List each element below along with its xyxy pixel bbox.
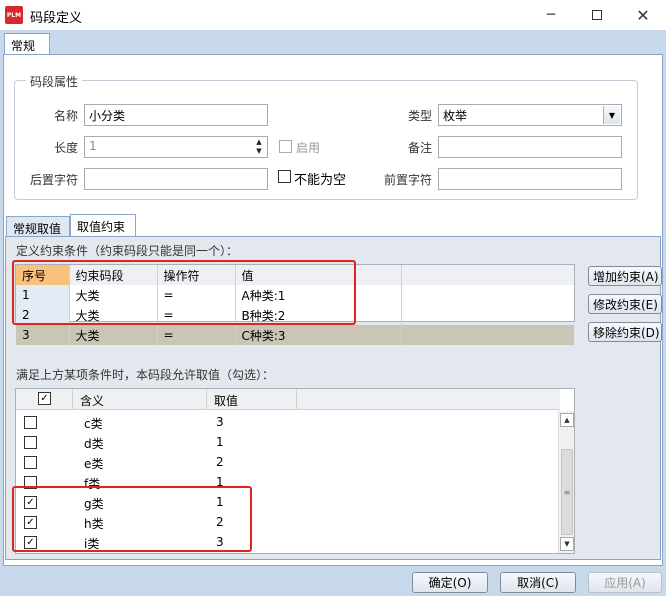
row-no: 3 <box>16 325 70 345</box>
row-operator: = <box>157 325 236 345</box>
row-segment: 大类 <box>69 325 158 345</box>
table-row-selected[interactable]: 3 大类 = C种类:3 <box>16 325 574 345</box>
tab-general-label: 常规 <box>11 39 36 53</box>
maximize-icon <box>592 10 602 20</box>
col-header-filler <box>401 265 574 285</box>
highlight-box <box>12 260 356 325</box>
scroll-down-icon[interactable]: ▼ <box>560 537 574 551</box>
ok-button[interactable]: 确定(O) <box>412 572 488 593</box>
window-title: 码段定义 <box>30 11 83 26</box>
row-value: 1 <box>216 435 224 449</box>
highlight-box <box>12 486 252 552</box>
spin-arrows-icon[interactable]: ▲ ▼ <box>252 138 266 156</box>
col-header-value[interactable]: 取值 <box>214 392 238 409</box>
suffix-input[interactable] <box>84 168 268 190</box>
list-item[interactable]: c类 3 <box>16 413 556 433</box>
row-value: 3 <box>216 415 224 429</box>
name-input[interactable]: 小分类 <box>84 104 268 126</box>
cancel-button[interactable]: 取消(C) <box>500 572 576 593</box>
length-stepper[interactable]: 1 ▲ ▼ <box>84 136 268 158</box>
chevron-down-icon[interactable]: ▼ <box>603 106 620 124</box>
apply-button[interactable]: 应用(A) <box>588 572 662 593</box>
scroll-up-icon[interactable]: ▲ <box>560 413 574 427</box>
allowed-scrollbar[interactable]: ▲ ≡ ▼ <box>558 411 574 553</box>
not-null-label: 不能为空 <box>294 173 347 188</box>
attributes-legend: 码段属性 <box>26 73 83 90</box>
title-bar: PLM 码段定义 ─ ✕ <box>0 0 666 30</box>
scroll-thumb[interactable]: ≡ <box>561 449 573 535</box>
remove-constraint-button[interactable]: 移除约束(D) <box>588 322 662 342</box>
tab-regular-values[interactable]: 常规取值 <box>6 216 70 236</box>
name-label: 名称 <box>53 109 78 123</box>
row-value: 2 <box>216 455 224 469</box>
close-icon: ✕ <box>636 5 650 25</box>
suffix-label: 后置字符 <box>29 173 78 187</box>
tab-value-constraints-label: 取值约束 <box>77 220 126 234</box>
remark-input[interactable] <box>438 136 622 158</box>
add-constraint-button[interactable]: 增加约束(A) <box>588 266 662 286</box>
tab-general[interactable]: 常规 <box>4 33 50 55</box>
maximize-button[interactable] <box>574 0 620 30</box>
list-item[interactable]: e类 2 <box>16 453 556 473</box>
col-header-meaning[interactable]: 含义 <box>80 392 104 409</box>
length-label: 长度 <box>53 141 78 155</box>
enable-checkbox[interactable] <box>279 140 292 153</box>
constraints-caption: 定义约束条件（约束码段只能是同一个）： <box>16 244 239 258</box>
row-filler <box>401 305 574 325</box>
prefix-input[interactable] <box>438 168 622 190</box>
type-select-value: 枚举 <box>443 109 468 123</box>
tab-value-constraints[interactable]: 取值约束 <box>70 214 136 236</box>
enable-label: 启用 <box>296 141 321 155</box>
row-meaning: e类 <box>84 457 104 471</box>
length-value: 1 <box>89 139 97 153</box>
row-filler <box>401 285 574 305</box>
allowed-caption: 满足上方某项条件时，本码段允许取值（勾选）： <box>16 368 275 382</box>
minimize-button[interactable]: ─ <box>528 0 574 30</box>
row-meaning: c类 <box>84 417 103 431</box>
row-meaning: d类 <box>84 437 104 451</box>
row-value: C种类:3 <box>235 325 402 345</box>
select-all-checkbox[interactable] <box>38 392 51 405</box>
close-button[interactable]: ✕ <box>620 0 666 30</box>
row-checkbox[interactable] <box>24 436 37 449</box>
tab-regular-values-label: 常规取值 <box>13 222 62 236</box>
type-select[interactable]: 枚举 ▼ <box>438 104 622 126</box>
row-filler <box>401 325 574 345</box>
minimize-icon: ─ <box>546 7 556 23</box>
prefix-label: 前置字符 <box>383 173 432 187</box>
row-checkbox[interactable] <box>24 416 37 429</box>
plm-logo-icon: PLM <box>5 6 23 24</box>
not-null-checkbox[interactable] <box>278 170 291 183</box>
remark-label: 备注 <box>407 141 432 155</box>
allowed-header: 含义 取值 <box>16 389 560 410</box>
list-item[interactable]: d类 1 <box>16 433 556 453</box>
edit-constraint-button[interactable]: 修改约束(E) <box>588 294 662 314</box>
type-label: 类型 <box>407 109 432 123</box>
row-checkbox[interactable] <box>24 456 37 469</box>
